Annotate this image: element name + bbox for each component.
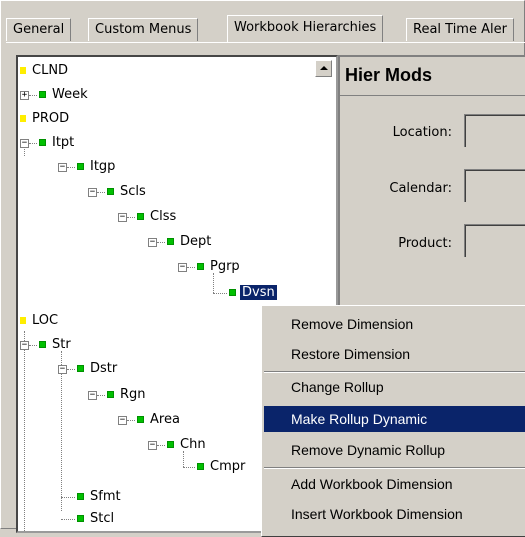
- tree-node-chn[interactable]: Chn: [167, 435, 208, 455]
- level-icon: [229, 289, 236, 296]
- tree-node-pgrp[interactable]: Pgrp: [197, 257, 242, 277]
- tab-real-time-alerts[interactable]: Real Time Aler: [406, 18, 514, 41]
- menu-separator: [264, 371, 525, 373]
- calendar-field[interactable]: [464, 169, 525, 202]
- tree-node-sfmt[interactable]: Sfmt: [77, 487, 123, 507]
- divider: [340, 95, 525, 96]
- menu-item-add-workbook-dimension[interactable]: Add Workbook Dimension: [264, 471, 525, 497]
- level-icon: [197, 463, 204, 470]
- location-label: Location:: [392, 125, 452, 140]
- tree-node-clnd[interactable]: CLND: [20, 61, 70, 81]
- collapse-icon[interactable]: −: [118, 213, 127, 222]
- menu-item-make-rollup-dynamic[interactable]: Make Rollup Dynamic: [264, 406, 525, 432]
- collapse-icon[interactable]: −: [118, 416, 127, 425]
- product-field[interactable]: [464, 224, 525, 257]
- level-icon: [137, 416, 144, 423]
- expand-icon[interactable]: +: [20, 91, 29, 100]
- tree-node-cmpr[interactable]: Cmpr: [197, 457, 247, 477]
- tab-custom-menus[interactable]: Custom Menus: [88, 18, 199, 41]
- tree-line: [29, 345, 37, 346]
- level-icon: [77, 515, 84, 522]
- tree-node-area[interactable]: Area: [137, 410, 182, 430]
- level-icon: [39, 341, 46, 348]
- collapse-icon[interactable]: −: [58, 163, 67, 172]
- tree-line: [97, 192, 105, 193]
- menu-item-restore-dimension[interactable]: Restore Dimension: [264, 341, 525, 367]
- collapse-icon[interactable]: −: [88, 188, 97, 197]
- tree-line: [183, 467, 195, 468]
- tree-node-clss[interactable]: Clss: [137, 207, 178, 227]
- level-icon: [167, 441, 174, 448]
- tree-node-dvsn[interactable]: Dvsn: [229, 283, 278, 303]
- tree-line: [213, 293, 227, 294]
- collapse-icon[interactable]: −: [20, 341, 29, 350]
- tab-workbook-hierarchies[interactable]: Workbook Hierarchies: [227, 15, 384, 42]
- panel-title: Hier Mods: [345, 65, 433, 85]
- tree-node-loc[interactable]: LOC: [20, 311, 60, 331]
- level-icon: [107, 391, 114, 398]
- tree-line: [29, 95, 37, 96]
- tree-line: [127, 217, 135, 218]
- level-icon: [77, 493, 84, 500]
- tree-line: [67, 167, 75, 168]
- tree-line: [97, 395, 105, 396]
- menu-item-change-rollup[interactable]: Change Rollup: [264, 374, 525, 400]
- context-menu: Remove Dimension Restore Dimension Chang…: [261, 305, 525, 537]
- tree-node-dept[interactable]: Dept: [167, 232, 213, 252]
- menu-item-insert-workbook-dimension[interactable]: Insert Workbook Dimension: [264, 501, 525, 527]
- collapse-icon[interactable]: −: [58, 365, 67, 374]
- collapse-icon[interactable]: −: [88, 391, 97, 400]
- level-icon: [107, 188, 114, 195]
- collapse-icon[interactable]: −: [148, 238, 157, 247]
- dimension-icon: [20, 115, 26, 122]
- tree-node-week[interactable]: Week: [39, 85, 90, 105]
- level-icon: [77, 163, 84, 170]
- tree-node-str[interactable]: Str: [39, 335, 73, 355]
- tree-line: [157, 242, 165, 243]
- tree-line: [61, 519, 75, 520]
- tree-node-dstr[interactable]: Dstr: [77, 359, 119, 379]
- tree-line: [187, 267, 195, 268]
- product-label: Product:: [398, 236, 452, 251]
- menu-separator: [264, 467, 525, 469]
- tree-node-rgn[interactable]: Rgn: [107, 385, 148, 405]
- tree-line: [61, 497, 75, 498]
- tree-node-prod[interactable]: PROD: [20, 109, 71, 129]
- level-icon: [39, 139, 46, 146]
- tree-node-itgp[interactable]: Itgp: [77, 157, 117, 177]
- dimension-icon: [20, 67, 26, 74]
- tree-line: [29, 143, 37, 144]
- tree-line: [24, 331, 25, 531]
- collapse-icon[interactable]: −: [148, 441, 157, 450]
- tree-line: [157, 445, 165, 446]
- level-icon: [77, 365, 84, 372]
- tree-line: [183, 451, 184, 467]
- level-icon: [39, 91, 46, 98]
- collapse-icon[interactable]: −: [178, 263, 187, 272]
- collapse-icon[interactable]: −: [20, 139, 29, 148]
- menu-item-remove-dimension[interactable]: Remove Dimension: [264, 311, 525, 337]
- menu-item-remove-dynamic-rollup[interactable]: Remove Dynamic Rollup: [264, 437, 525, 463]
- tree-line: [61, 351, 62, 511]
- dimension-icon: [20, 317, 26, 324]
- level-icon: [167, 238, 174, 245]
- tab-general[interactable]: General: [6, 18, 72, 41]
- tree-node-itpt[interactable]: Itpt: [39, 133, 76, 153]
- tree-line: [67, 369, 75, 370]
- level-icon: [197, 263, 204, 270]
- tree-node-scls[interactable]: Scls: [107, 182, 148, 202]
- tree-node-stcl[interactable]: Stcl: [77, 509, 116, 529]
- scroll-up-button[interactable]: [315, 60, 332, 77]
- tree-line: [127, 420, 135, 421]
- location-field[interactable]: [464, 114, 525, 147]
- calendar-label: Calendar:: [389, 181, 452, 196]
- tab-baseline: [6, 42, 525, 43]
- tree-line: [213, 273, 214, 293]
- level-icon: [137, 213, 144, 220]
